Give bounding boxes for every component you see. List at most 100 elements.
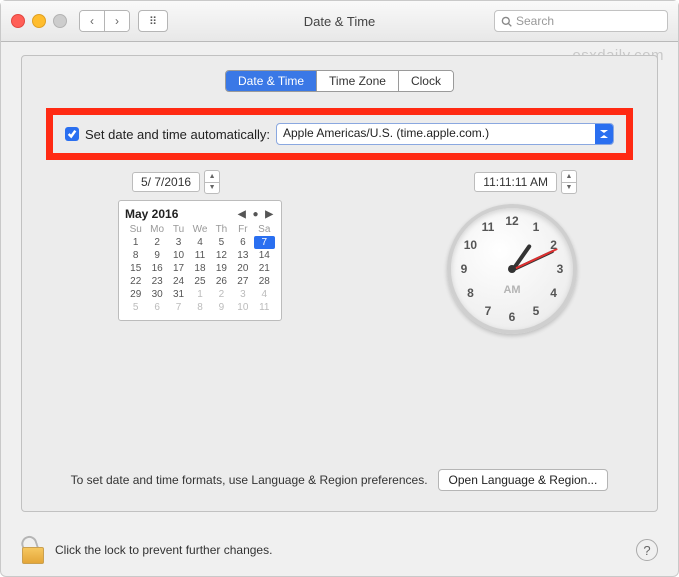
calendar-day[interactable]: 23 [146,275,167,288]
show-all-button[interactable]: ⠿ [138,10,168,32]
calendar-day[interactable]: 6 [146,301,167,314]
search-placeholder: Search [516,14,554,28]
calendar-day[interactable]: 5 [211,236,232,249]
tab-clock[interactable]: Clock [398,71,453,91]
calendar-day[interactable]: 18 [189,262,210,275]
calendar-day[interactable]: 8 [189,301,210,314]
calendar-day[interactable]: 22 [125,275,146,288]
help-button[interactable]: ? [636,539,658,561]
clock-number: 5 [533,304,540,318]
open-language-region-button[interactable]: Open Language & Region... [438,469,609,491]
calendar-day[interactable]: 7 [168,301,189,314]
clock-number: 1 [533,220,540,234]
date-value[interactable]: 5/ 7/2016 [132,172,200,192]
calendar-day[interactable]: 8 [125,249,146,262]
calendar-day[interactable]: 1 [189,288,210,301]
calendar-dow: We [189,223,210,236]
calendar-day[interactable]: 11 [254,301,275,314]
time-value[interactable]: 11:11:11 AM [474,172,557,192]
prefs-window: ‹ › ⠿ Date & Time Search osxdaily.com Da… [0,0,679,577]
calendar-day[interactable]: 10 [232,301,253,314]
lock-text: Click the lock to prevent further change… [55,543,272,557]
close-icon[interactable] [11,14,25,28]
calendar-day[interactable]: 13 [232,249,253,262]
calendar-month: May 2016 [125,207,178,221]
footer: Click the lock to prevent further change… [21,536,658,564]
calendar-day[interactable]: 5 [125,301,146,314]
clock-number: 4 [550,286,557,300]
titlebar: ‹ › ⠿ Date & Time Search [1,1,678,42]
tab-bar: Date & Time Time Zone Clock [22,70,657,92]
calendar-day[interactable]: 31 [168,288,189,301]
highlight-box: Set date and time automatically: Apple A… [46,108,633,160]
calendar-dow: Su [125,223,146,236]
traffic-lights [11,14,67,28]
auto-label: Set date and time automatically: [85,127,270,142]
calendar-day[interactable]: 9 [146,249,167,262]
tab-date-time[interactable]: Date & Time [226,71,316,91]
calendar-day[interactable]: 27 [232,275,253,288]
time-stepper[interactable]: ▲▼ [561,170,577,194]
calendar-day[interactable]: 21 [254,262,275,275]
clock-number: 6 [509,310,516,324]
clock-number: 11 [482,220,495,234]
formats-hint: To set date and time formats, use Langua… [71,473,428,487]
calendar-day[interactable]: 3 [232,288,253,301]
calendar-nav[interactable]: ◀ ● ▶ [238,209,275,220]
calendar-day[interactable]: 2 [211,288,232,301]
nav-back-forward[interactable]: ‹ › [79,10,130,32]
calendar-day[interactable]: 15 [125,262,146,275]
clock-number: 8 [467,286,474,300]
calendar-day[interactable]: 7 [254,236,275,249]
calendar-day[interactable]: 9 [211,301,232,314]
tab-time-zone[interactable]: Time Zone [316,71,398,91]
pane-body: Date & Time Time Zone Clock Set date and… [21,55,658,512]
chevron-down-icon [595,124,613,144]
calendar-day[interactable]: 10 [168,249,189,262]
clock-ampm: AM [503,284,520,296]
calendar-day[interactable]: 17 [168,262,189,275]
calendar-day[interactable]: 26 [211,275,232,288]
zoom-icon [53,14,67,28]
calendar-dow: Mo [146,223,167,236]
search-input[interactable]: Search [494,10,668,32]
calendar-day[interactable]: 1 [125,236,146,249]
back-icon[interactable]: ‹ [80,11,104,31]
clock-number: 9 [461,262,468,276]
date-field[interactable]: 5/ 7/2016 ▲▼ [132,170,220,194]
calendar-dow: Fr [232,223,253,236]
time-field[interactable]: 11:11:11 AM ▲▼ [474,170,577,194]
calendar-day[interactable]: 6 [232,236,253,249]
date-stepper[interactable]: ▲▼ [204,170,220,194]
analog-clock: AM 121234567891011 [447,204,577,334]
calendar-day[interactable]: 24 [168,275,189,288]
calendar-day[interactable]: 4 [189,236,210,249]
calendar-day[interactable]: 4 [254,288,275,301]
calendar-day[interactable]: 28 [254,275,275,288]
minimize-icon[interactable] [32,14,46,28]
calendar-day[interactable]: 12 [211,249,232,262]
clock-number: 12 [505,214,518,228]
calendar-day[interactable]: 16 [146,262,167,275]
calendar-day[interactable]: 30 [146,288,167,301]
auto-checkbox[interactable] [65,127,79,141]
calendar-dow: Sa [254,223,275,236]
clock-number: 3 [557,262,564,276]
clock-number: 2 [550,238,557,252]
calendar-day[interactable]: 2 [146,236,167,249]
calendar-dow: Tu [168,223,189,236]
calendar-day[interactable]: 29 [125,288,146,301]
time-server-value: Apple Americas/U.S. (time.apple.com.) [277,124,595,144]
calendar-day[interactable]: 25 [189,275,210,288]
calendar-day[interactable]: 11 [189,249,210,262]
calendar-dow: Th [211,223,232,236]
lock-icon[interactable] [21,536,45,564]
clock-number: 10 [464,238,477,252]
forward-icon[interactable]: › [104,11,129,31]
calendar-day[interactable]: 3 [168,236,189,249]
calendar-day[interactable]: 20 [232,262,253,275]
calendar-day[interactable]: 14 [254,249,275,262]
calendar-day[interactable]: 19 [211,262,232,275]
calendar[interactable]: May 2016 ◀ ● ▶ SuMoTuWeThFrSa12345678910… [118,200,282,321]
time-server-select[interactable]: Apple Americas/U.S. (time.apple.com.) [276,123,614,145]
